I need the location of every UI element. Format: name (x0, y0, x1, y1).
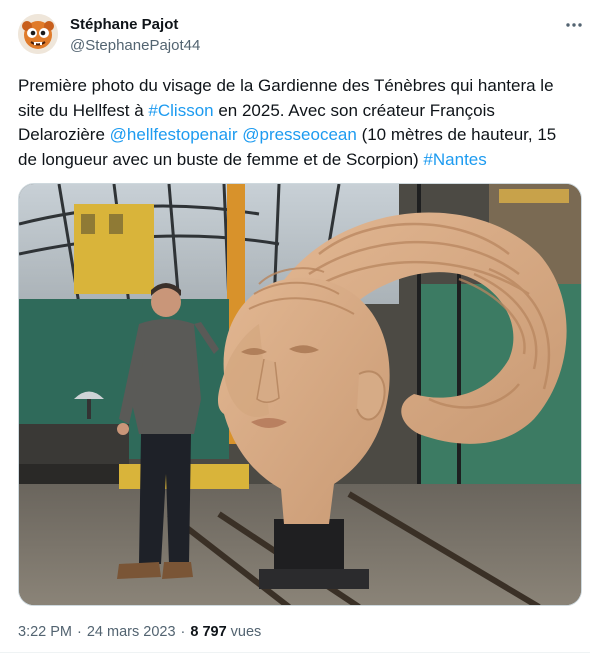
more-options-button[interactable] (560, 14, 588, 36)
author-name[interactable]: Stéphane Pajot (70, 16, 178, 33)
tweet-text: Première photo du visage de la Gardienne… (18, 74, 578, 172)
mention-presseocean-link[interactable]: @presseocean (242, 125, 357, 144)
tweet-date[interactable]: 24 mars 2023 (87, 624, 176, 640)
more-dots-icon (566, 23, 582, 27)
views-count: 8 797 (190, 624, 227, 640)
views-label: vues (230, 624, 262, 640)
meta-separator: · (180, 624, 186, 640)
tweet-time[interactable]: 3:22 PM (18, 624, 72, 640)
sculpture-photo (19, 184, 581, 605)
avatar-illustration-icon (18, 14, 58, 54)
hashtag-nantes-link[interactable]: #Nantes (423, 150, 486, 169)
tweet-photo[interactable] (18, 183, 582, 606)
tweet-card: Stéphane Pajot @StephanePajot44 Première… (0, 0, 590, 653)
author-handle[interactable]: @StephanePajot44 (70, 37, 200, 54)
meta-separator: · (77, 624, 82, 640)
mention-hellfestopenair-link[interactable]: @hellfestopenair (110, 125, 238, 144)
avatar[interactable] (18, 14, 58, 54)
hashtag-clisson-link[interactable]: #Clisson (148, 101, 213, 120)
tweet-meta: 3:22 PM · 24 mars 2023 · 8 797 vues (18, 624, 261, 640)
